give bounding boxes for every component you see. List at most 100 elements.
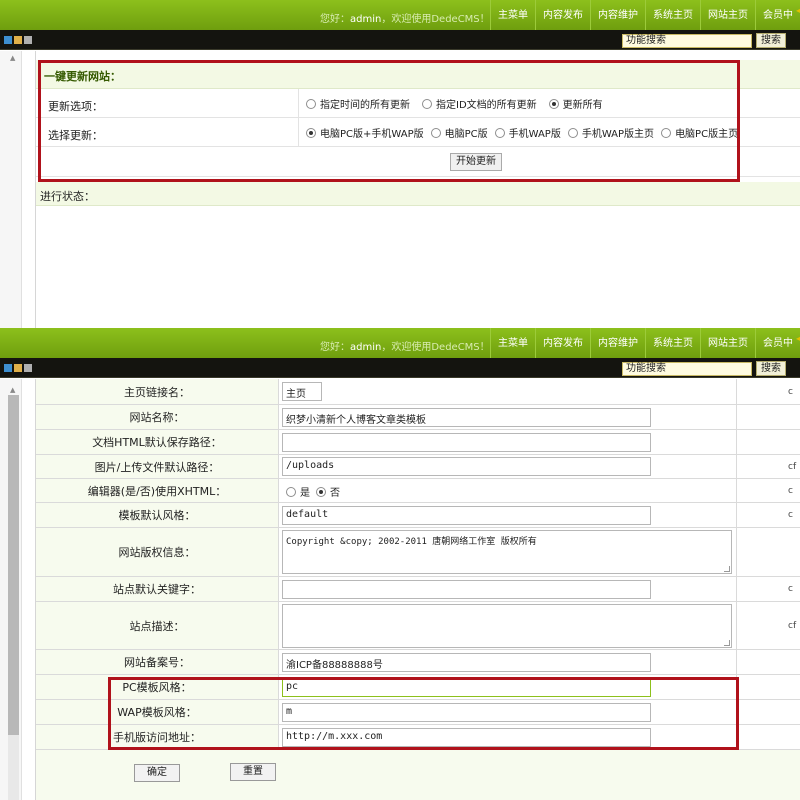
option-by-time[interactable]: 指定时间的所有更新	[306, 96, 410, 111]
pc-template-input[interactable]: pc	[282, 678, 651, 697]
dropdown-arrow-icon[interactable]: ◂	[796, 6, 800, 15]
search-button[interactable]: 搜索	[756, 361, 786, 376]
field-label: 手机版访问地址：	[113, 731, 201, 744]
description-textarea[interactable]	[282, 604, 732, 648]
radio-icon[interactable]	[306, 98, 316, 109]
radio-icon[interactable]	[422, 98, 432, 109]
status-area	[36, 206, 800, 328]
nav-publish[interactable]: 内容发布	[535, 328, 590, 358]
search-input[interactable]: 功能搜索	[622, 362, 752, 376]
nav-site-home[interactable]: 网站主页	[700, 328, 755, 358]
option-pc-home[interactable]: 电脑PC版主页	[661, 125, 738, 140]
radio-icon[interactable]	[661, 127, 672, 138]
form-row: 模板默认风格： default c	[36, 503, 800, 528]
resize-grip-icon[interactable]	[724, 566, 730, 572]
option-wap[interactable]: 手机WAP版	[494, 125, 561, 140]
xhtml-yes-radio[interactable]: 是	[286, 484, 310, 499]
nav-publish[interactable]: 内容发布	[535, 0, 590, 30]
homepage-link-name-input[interactable]: 主页	[282, 382, 322, 401]
dropdown-arrow-icon[interactable]: ◂	[796, 334, 800, 343]
nav-main-menu[interactable]: 主菜单	[490, 328, 535, 358]
top-header: 您好：admin，欢迎使用DedeCMS！ 主菜单 内容发布 内容维护 系统主页…	[0, 0, 800, 30]
select-update-row: 选择更新： 电脑PC版+手机WAP版 电脑PC版 手机WAP版 手机WAP版主页…	[36, 118, 800, 147]
nav-maintain[interactable]: 内容维护	[590, 0, 645, 30]
greeting-suffix: ，欢迎使用DedeCMS！	[381, 14, 490, 25]
option-by-id[interactable]: 指定ID文档的所有更新	[422, 96, 537, 111]
resize-grip-icon[interactable]	[724, 640, 730, 646]
reset-button[interactable]: 重置	[230, 763, 276, 781]
row-label: 更新选项：	[48, 100, 103, 113]
option-label: 手机WAP版	[508, 129, 561, 140]
option-all[interactable]: 更新所有	[548, 96, 603, 111]
truncated-text: c	[788, 510, 793, 520]
field-label: PC模板风格：	[122, 681, 192, 694]
xhtml-no-radio[interactable]: 否	[316, 484, 340, 499]
nav-site-home[interactable]: 网站主页	[700, 0, 755, 30]
form-row: 网站名称： 织梦小清新个人博客文章类模板	[36, 405, 800, 430]
welcome-text: 您好：admin，欢迎使用DedeCMS！	[320, 338, 490, 353]
window-button-icon[interactable]	[4, 364, 12, 372]
html-save-path-input[interactable]	[282, 433, 651, 452]
form-row: 编辑器(是/否)使用XHTML： 是 否 c	[36, 479, 800, 503]
truncated-text: cf	[788, 620, 797, 631]
option-wap-home[interactable]: 手机WAP版主页	[567, 125, 654, 140]
nav-member[interactable]: 会员中	[755, 328, 800, 358]
keywords-input[interactable]	[282, 580, 651, 599]
truncated-text: cf	[788, 461, 797, 472]
field-label: 站点描述：	[129, 619, 185, 633]
confirm-button[interactable]: 确定	[134, 764, 180, 782]
radio-icon[interactable]	[286, 486, 296, 497]
radio-icon[interactable]	[567, 127, 578, 138]
option-pc-wap[interactable]: 电脑PC版+手机WAP版	[306, 125, 424, 140]
icp-number-input[interactable]: 渝ICP备88888888号	[282, 653, 651, 672]
nav-main-menu[interactable]: 主菜单	[490, 0, 535, 30]
start-update-button[interactable]: 开始更新	[450, 153, 502, 171]
option-label: 电脑PC版+手机WAP版	[320, 129, 424, 140]
mobile-url-input[interactable]: http://m.xxx.com	[282, 728, 651, 747]
option-label: 电脑PC版	[444, 129, 488, 140]
site-name-input[interactable]: 织梦小清新个人博客文章类模板	[282, 408, 651, 427]
field-label: 模板默认风格：	[118, 509, 196, 522]
form-row: 文档HTML默认保存路径：	[36, 430, 800, 455]
nav-member[interactable]: 会员中	[755, 0, 800, 30]
form-row: 手机版访问地址： http://m.xxx.com	[36, 725, 800, 750]
nav-maintain[interactable]: 内容维护	[590, 328, 645, 358]
scroll-up-icon[interactable]: ▲	[10, 386, 15, 394]
username: admin	[350, 342, 382, 353]
toolbar: 功能搜索 搜索	[0, 30, 800, 50]
form-actions: 确定 重置	[36, 750, 800, 800]
form-row: 站点默认关键字： c	[36, 577, 800, 602]
greeting-suffix: ，欢迎使用DedeCMS！	[381, 342, 490, 353]
field-label: 网站备案号：	[124, 656, 190, 669]
truncated-text: c	[788, 386, 793, 397]
window-button-icon[interactable]	[14, 364, 22, 372]
wap-template-input[interactable]: m	[282, 703, 651, 722]
radio-icon[interactable]	[316, 486, 326, 497]
option-pc[interactable]: 电脑PC版	[430, 125, 488, 140]
window-button-icon[interactable]	[24, 364, 32, 372]
search-input[interactable]: 功能搜索	[622, 34, 752, 48]
form-row: 网站版权信息： Copyright &copy; 2002-2011 唐朝网络工…	[36, 528, 800, 577]
search-button[interactable]: 搜索	[756, 33, 786, 48]
nav-system-home[interactable]: 系统主页	[645, 328, 700, 358]
window-button-icon[interactable]	[14, 36, 22, 44]
truncated-text: c	[788, 584, 793, 594]
default-template-input[interactable]: default	[282, 506, 651, 525]
window-button-icon[interactable]	[4, 36, 12, 44]
field-label: 主页链接名：	[124, 385, 190, 399]
field-label: 网站版权信息：	[118, 546, 196, 559]
scrollbar-thumb[interactable]	[8, 395, 19, 735]
radio-icon[interactable]	[306, 127, 316, 138]
radio-icon[interactable]	[494, 127, 505, 138]
form-row: PC模板风格： pc	[36, 675, 800, 700]
copyright-textarea[interactable]: Copyright &copy; 2002-2011 唐朝网络工作室 版权所有	[282, 530, 732, 574]
upload-path-input[interactable]: /uploads	[282, 457, 651, 476]
radio-icon[interactable]	[548, 98, 559, 109]
left-strip	[0, 51, 22, 328]
nav-system-home[interactable]: 系统主页	[645, 0, 700, 30]
window-button-icon[interactable]	[24, 36, 32, 44]
option-label: 更新所有	[562, 100, 603, 111]
radio-icon[interactable]	[430, 127, 441, 138]
option-label: 指定ID文档的所有更新	[436, 100, 537, 111]
scroll-up-icon[interactable]: ▲	[10, 54, 15, 62]
